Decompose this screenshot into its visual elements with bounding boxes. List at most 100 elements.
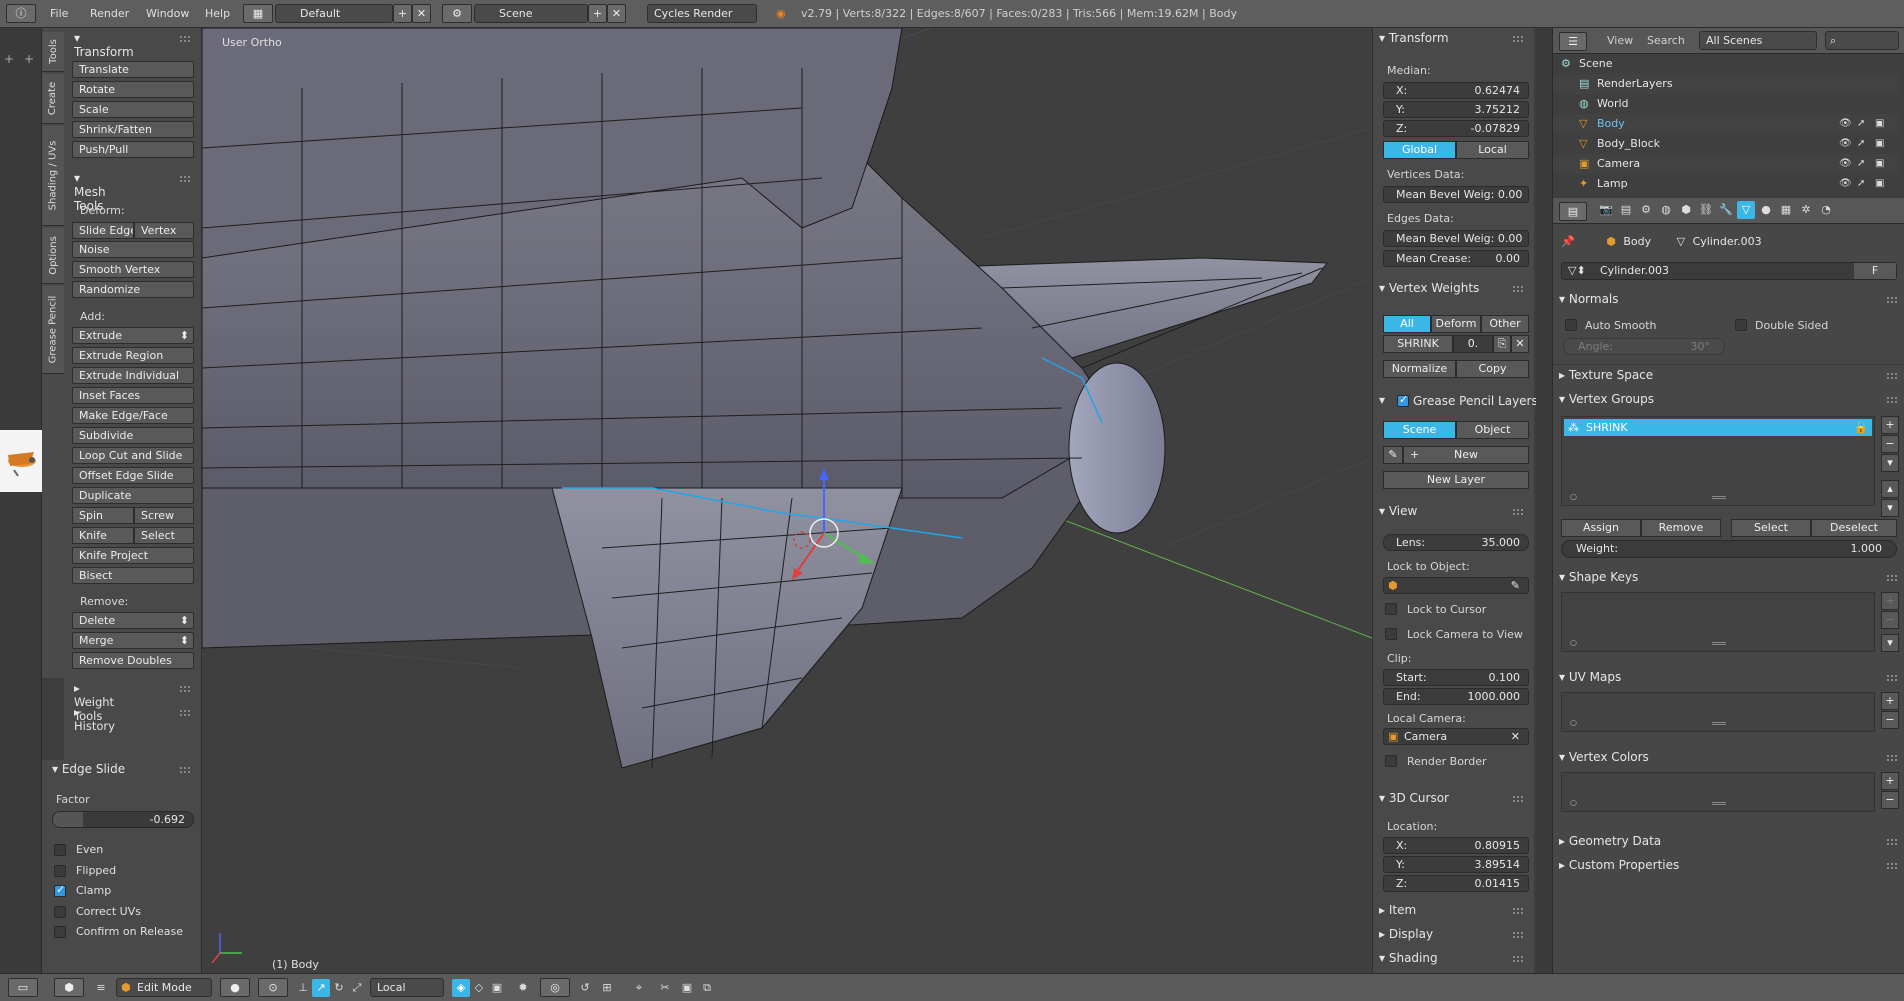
occlude-geometry-icon[interactable]: ✹	[514, 979, 532, 997]
view-header[interactable]: ▾ View	[1379, 504, 1417, 518]
mesh-name-field[interactable]: ▽⬍ Cylinder.003 F	[1561, 262, 1897, 280]
clip-end-field[interactable]: End: 1000.000	[1383, 688, 1529, 705]
vertex-color-list[interactable]: ○	[1561, 772, 1875, 812]
vertex-select-icon[interactable]: ◈	[452, 979, 470, 997]
factor-slider[interactable]: -0.692	[52, 811, 194, 828]
render-icon[interactable]: ✂	[656, 979, 674, 997]
translate-button[interactable]: Translate	[72, 61, 194, 78]
vw-delete-icon[interactable]: ✕	[1511, 335, 1529, 353]
eye-icon[interactable]: 👁	[1839, 174, 1852, 194]
drag-grip-icon[interactable]	[180, 176, 190, 182]
cursor-icon[interactable]: ➚	[1857, 174, 1865, 194]
cursor-icon[interactable]: ➚	[1857, 114, 1865, 134]
opengl-render-icon[interactable]: ▣	[678, 979, 696, 997]
group-specials-icon[interactable]: ▾	[1881, 454, 1899, 472]
close-layout-icon[interactable]: ✕	[412, 4, 431, 23]
normalize-button[interactable]: Normalize	[1383, 360, 1456, 378]
tab-grease-pencil[interactable]: Grease Pencil	[42, 286, 64, 374]
drag-grip-icon[interactable]	[1887, 675, 1897, 681]
vw-all-toggle[interactable]: All	[1383, 315, 1431, 333]
tab-shading-uvs[interactable]: Shading / UVs	[42, 126, 64, 226]
drag-grip-icon[interactable]	[1513, 796, 1523, 802]
vw-value-field[interactable]: 0.	[1453, 335, 1493, 353]
clear-icon[interactable]: ✕	[1511, 729, 1520, 744]
layout-selector[interactable]: Default	[275, 4, 393, 23]
menu-help[interactable]: Help	[205, 4, 230, 23]
item-header[interactable]: ▸ Item	[1379, 903, 1416, 917]
resize-handle-icon[interactable]	[1712, 722, 1726, 725]
randomize-button[interactable]: Randomize	[72, 281, 194, 298]
add-layout-icon[interactable]: +	[393, 4, 412, 23]
mean-bevel-vertex-field[interactable]: Mean Bevel Weig: 0.00	[1383, 186, 1529, 203]
resize-handle-icon[interactable]	[1712, 642, 1726, 645]
extrude-dropdown[interactable]: Extrude ⬍	[72, 327, 194, 344]
delete-dropdown[interactable]: Delete ⬍	[72, 612, 194, 629]
drag-grip-icon[interactable]	[1887, 755, 1897, 761]
scene-icon[interactable]: ⚙	[442, 4, 472, 23]
display-header[interactable]: ▸ Display	[1379, 927, 1433, 941]
n-panel-scrollbar[interactable]	[1536, 28, 1552, 973]
drag-grip-icon[interactable]	[1513, 956, 1523, 962]
outliner-type-icon[interactable]: ☰	[1559, 32, 1587, 51]
rotate-manipulator-icon[interactable]: ↻	[330, 979, 348, 997]
mesh-data-tab-icon[interactable]: ▽	[1737, 201, 1755, 219]
grease-pencil-checkbox[interactable]	[1397, 393, 1409, 407]
particles-tab-icon[interactable]: ✲	[1797, 201, 1815, 219]
mode-selector[interactable]: ⬢ Edit Mode	[116, 978, 212, 997]
translate-manipulator-icon[interactable]: ↗	[312, 979, 330, 997]
outliner-row[interactable]: ▽ Body 👁 ➚ ▣	[1553, 114, 1899, 134]
knife-select-button[interactable]: Select	[134, 527, 194, 544]
filter-icon[interactable]: ○	[1570, 798, 1577, 807]
editor-type-icon[interactable]: ⓘ	[6, 4, 36, 23]
outliner-row[interactable]: ✦ Lamp 👁 ➚ ▣	[1553, 174, 1899, 194]
outliner-scenes-selector[interactable]: All Scenes	[1699, 31, 1817, 50]
drag-grip-icon[interactable]	[180, 710, 190, 716]
snap-element-icon[interactable]: ⊞	[598, 979, 616, 997]
mean-crease-field[interactable]: Mean Crease: 0.00	[1383, 250, 1529, 267]
plus-icon[interactable]: +	[24, 52, 34, 66]
outliner-view-menu[interactable]: View	[1607, 31, 1633, 50]
duplicate-button[interactable]: Duplicate	[72, 487, 194, 504]
props-type-icon[interactable]: ▤	[1559, 202, 1587, 221]
assign-button[interactable]: Assign	[1561, 519, 1641, 537]
scale-button[interactable]: Scale	[72, 101, 194, 118]
inset-faces-button[interactable]: Inset Faces	[72, 387, 194, 404]
vw-deform-toggle[interactable]: Deform	[1431, 315, 1481, 333]
constraints-tab-icon[interactable]: ⛓	[1697, 201, 1715, 219]
opengl-anim-icon[interactable]: ⧉	[698, 979, 716, 997]
bisect-button[interactable]: Bisect	[72, 567, 194, 584]
filter-icon[interactable]: ○	[1570, 492, 1577, 501]
add-uv-map-icon[interactable]: +	[1881, 692, 1899, 710]
knife-button[interactable]: Knife	[72, 527, 134, 544]
remove-vertex-color-icon[interactable]: −	[1881, 791, 1899, 809]
operator-title[interactable]: ▾ Edge Slide	[52, 762, 125, 776]
render-border-checkbox[interactable]	[1385, 755, 1397, 767]
render-toggle-icon[interactable]: ▣	[1875, 114, 1884, 134]
deselect-button[interactable]: Deselect	[1811, 519, 1897, 537]
world-tab-icon[interactable]: ◍	[1657, 201, 1675, 219]
render-layers-tab-icon[interactable]: ▤	[1617, 201, 1635, 219]
spin-button[interactable]: Spin	[72, 507, 134, 524]
move-up-icon[interactable]: ▴	[1881, 480, 1899, 498]
local-camera-field[interactable]: ▣ Camera ✕	[1383, 728, 1529, 745]
gp-object-toggle[interactable]: Object	[1456, 421, 1529, 439]
drag-grip-icon[interactable]	[1887, 863, 1897, 869]
drag-grip-icon[interactable]	[1887, 373, 1897, 379]
eye-icon[interactable]: 👁	[1839, 154, 1852, 174]
3d-cursor-header[interactable]: ▾ 3D Cursor	[1379, 791, 1449, 805]
smooth-vertex-button[interactable]: Smooth Vertex	[72, 261, 194, 278]
eye-icon[interactable]: 👁	[1839, 114, 1852, 134]
eye-icon[interactable]: 👁	[1839, 134, 1852, 154]
cursor-x-field[interactable]: X: 0.80915	[1383, 837, 1529, 854]
drag-grip-icon[interactable]	[180, 36, 190, 42]
tab-options[interactable]: Options	[42, 228, 64, 284]
knife-project-button[interactable]: Knife Project	[72, 547, 194, 564]
texture-space-header[interactable]: ▸ Texture Space	[1559, 368, 1653, 382]
lock-camera-checkbox[interactable]	[1385, 628, 1397, 640]
scene-selector[interactable]: Scene	[474, 4, 588, 23]
layout-icon[interactable]: ▦	[243, 4, 273, 23]
drag-grip-icon[interactable]	[1513, 36, 1523, 42]
lock-icon[interactable]: 🔓	[1854, 419, 1868, 436]
lock-object-field[interactable]: ⬢ ✎	[1383, 577, 1529, 594]
option-checkbox[interactable]	[54, 844, 66, 856]
